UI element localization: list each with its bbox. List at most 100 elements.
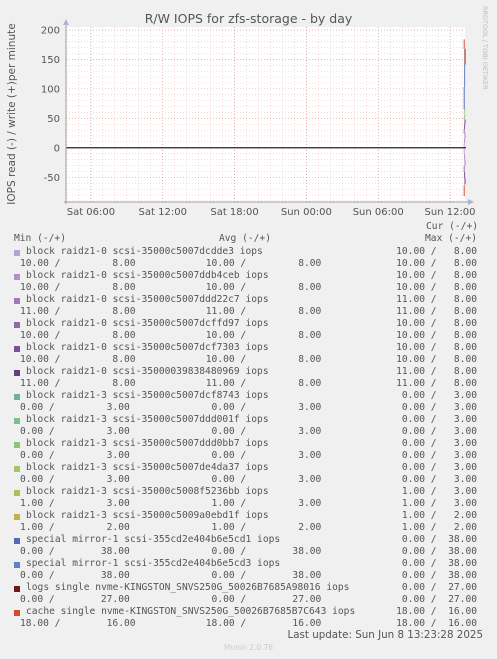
legend-max-value: 0.00 / 3.00 xyxy=(390,402,477,413)
legend-series-name: logs single nvme-KINGSTON_SNVS250G_50026… xyxy=(26,582,350,593)
x-tick-label: Sun 06:00 xyxy=(353,207,404,215)
legend-max-header: Max (-/+) xyxy=(425,233,477,244)
legend-avg-value: 1.00 / 3.00 xyxy=(200,498,322,509)
legend-cur-value: 10.00 / 8.00 xyxy=(390,342,477,353)
munin-version: Munin 2.0.76 xyxy=(223,643,274,652)
legend-min-value: 10.00 / 8.00 xyxy=(20,354,136,365)
legend-row: block raidz1-0 scsi-35000c5007ddb4ceb io… xyxy=(0,270,497,294)
legend-cur-value: 1.00 / 3.00 xyxy=(390,486,477,497)
legend-swatch xyxy=(14,274,20,280)
legend-max-value: 11.00 / 8.00 xyxy=(390,378,477,389)
x-axis-arrow-icon xyxy=(468,199,474,205)
legend-min-value: 0.00 / 3.00 xyxy=(20,474,130,485)
legend-series-name: block raidz1-0 scsi-35000c5007ddb4ceb io… xyxy=(26,270,269,281)
legend-swatch xyxy=(14,370,20,376)
legend-cur-value: 10.00 / 8.00 xyxy=(390,270,477,281)
legend-row: block raidz1-0 scsi-35000c5007dcf7303 io… xyxy=(0,342,497,366)
legend-row: special mirror-1 scsi-355cd2e404b6e5cd3 … xyxy=(0,558,497,582)
legend-series-name: block raidz1-3 scsi-35000c5008f5236bb io… xyxy=(26,486,269,497)
legend-swatch xyxy=(14,322,20,328)
legend-avg-value: 0.00 / 3.00 xyxy=(200,450,322,461)
legend-min-value: 11.00 / 8.00 xyxy=(20,306,136,317)
legend-series-name: block raidz1-3 scsi-35000c5009a0ebd1f io… xyxy=(26,510,269,521)
legend-series-name: special mirror-1 scsi-355cd2e404b6e5cd3 … xyxy=(26,558,281,569)
legend-row: block raidz1-3 scsi-35000c5008f5236bb io… xyxy=(0,486,497,510)
plot-area xyxy=(66,27,465,202)
legend-min-value: 0.00 / 3.00 xyxy=(20,402,130,413)
legend-cur-value: 0.00 / 38.00 xyxy=(390,558,477,569)
legend-swatch xyxy=(14,586,20,592)
legend-cur-header: Cur (-/+) xyxy=(426,221,478,232)
legend-avg-value: 0.00 / 3.00 xyxy=(200,426,322,437)
legend-cur-value: 0.00 / 3.00 xyxy=(390,390,477,401)
legend-series-name: block raidz1-0 scsi-35000c5007dcdde3 iop… xyxy=(26,246,263,257)
legend-row: block raidz1-0 scsi-35000c5007dcdde3 iop… xyxy=(0,246,497,270)
legend-swatch xyxy=(14,418,20,424)
legend-avg-value: 10.00 / 8.00 xyxy=(200,330,322,341)
legend-max-value: 0.00 / 38.00 xyxy=(390,546,477,557)
legend-row: block raidz1-0 scsi-35000c5007ddd22c7 io… xyxy=(0,294,497,318)
legend-max-value: 10.00 / 8.00 xyxy=(390,258,477,269)
legend-cur-value: 0.00 / 3.00 xyxy=(390,462,477,473)
legend-avg-value: 10.00 / 8.00 xyxy=(200,354,322,365)
legend-series-name: block raidz1-3 scsi-35000c5007ddd0bb7 io… xyxy=(26,438,269,449)
legend-series-name: block raidz1-0 scsi-35000039838480969 io… xyxy=(26,366,269,377)
legend-row: block raidz1-3 scsi-35000c5009a0ebd1f io… xyxy=(0,510,497,534)
legend-avg-value: 18.00 / 16.00 xyxy=(200,618,322,629)
legend-series-name: block raidz1-3 scsi-35000c5007dcf8743 io… xyxy=(26,390,269,401)
legend-swatch xyxy=(14,394,20,400)
legend-max-value: 0.00 / 3.00 xyxy=(390,450,477,461)
legend-series-name: cache single nvme-KINGSTON_SNVS250G_5002… xyxy=(26,606,356,617)
legend-avg-value: 10.00 / 8.00 xyxy=(200,258,322,269)
legend-row: logs single nvme-KINGSTON_SNVS250G_50026… xyxy=(0,582,497,606)
legend-min-value: 10.00 / 8.00 xyxy=(20,330,136,341)
legend-avg-value: 0.00 / 38.00 xyxy=(200,546,322,557)
x-tick-label: Sat 06:00 xyxy=(67,207,115,215)
legend-max-value: 1.00 / 2.00 xyxy=(390,522,477,533)
y-tick-label: 0 xyxy=(54,143,60,154)
legend-cur-value: 11.00 / 8.00 xyxy=(390,294,477,305)
x-tick-labels: Sat 06:00 Sat 12:00 Sat 18:00 Sun 00:00 Sun … xyxy=(67,207,476,215)
legend-avg-header: Avg (-/+) xyxy=(219,233,271,244)
legend-min-value: 0.00 / 27.00 xyxy=(20,594,130,605)
legend-max-value: 10.00 / 8.00 xyxy=(390,354,477,365)
legend-avg-value: 0.00 / 38.00 xyxy=(200,570,322,581)
legend-min-value: 1.00 / 2.00 xyxy=(20,522,130,533)
x-tick-label: Sun 12:00 xyxy=(425,207,476,215)
legend-swatch xyxy=(14,250,20,256)
legend-row: block raidz1-3 scsi-35000c5007ddd0bb7 io… xyxy=(0,438,497,462)
y-tick-label: 150 xyxy=(41,55,60,66)
legend-max-value: 0.00 / 38.00 xyxy=(390,570,477,581)
y-tick-label: -50 xyxy=(44,173,60,184)
legend-max-value: 0.00 / 3.00 xyxy=(390,474,477,485)
legend-swatch xyxy=(14,442,20,448)
legend-swatch xyxy=(14,610,20,616)
legend-cur-value: 18.00 / 16.00 xyxy=(390,606,477,617)
legend-row: special mirror-1 scsi-355cd2e404b6e5cd1 … xyxy=(0,534,497,558)
legend-row: block raidz1-3 scsi-35000c5007de4da37 io… xyxy=(0,462,497,486)
legend-avg-value: 0.00 / 3.00 xyxy=(200,402,322,413)
legend-avg-value: 0.00 / 3.00 xyxy=(200,474,322,485)
legend-swatch xyxy=(14,466,20,472)
legend-row: block raidz1-0 scsi-35000c5007dcffd97 io… xyxy=(0,318,497,342)
legend-min-value: 0.00 / 38.00 xyxy=(20,546,130,557)
legend-series-name: block raidz1-3 scsi-35000c5007de4da37 io… xyxy=(26,462,269,473)
legend-max-value: 10.00 / 8.00 xyxy=(390,330,477,341)
legend-swatch xyxy=(14,514,20,520)
legend-series-name: block raidz1-0 scsi-35000c5007dcf7303 io… xyxy=(26,342,269,353)
legend-series-name: block raidz1-3 scsi-35000c5007ddd001f io… xyxy=(26,414,269,425)
legend-cur-value: 0.00 / 3.00 xyxy=(390,414,477,425)
legend-avg-value: 10.00 / 8.00 xyxy=(200,282,322,293)
legend-row: block raidz1-3 scsi-35000c5007ddd001f io… xyxy=(0,414,497,438)
legend-max-value: 18.00 / 16.00 xyxy=(390,618,477,629)
legend-min-value: 1.00 / 3.00 xyxy=(20,498,130,509)
legend-min-value: 10.00 / 8.00 xyxy=(20,282,136,293)
legend-max-value: 10.00 / 8.00 xyxy=(390,282,477,293)
legend-cur-value: 1.00 / 2.00 xyxy=(390,510,477,521)
legend-swatch xyxy=(14,538,20,544)
legend-series-name: block raidz1-0 scsi-35000c5007dcffd97 io… xyxy=(26,318,269,329)
legend-max-value: 0.00 / 27.00 xyxy=(390,594,477,605)
legend-max-value: 1.00 / 3.00 xyxy=(390,498,477,509)
legend-swatch xyxy=(14,346,20,352)
legend-min-value: 0.00 / 3.00 xyxy=(20,426,130,437)
